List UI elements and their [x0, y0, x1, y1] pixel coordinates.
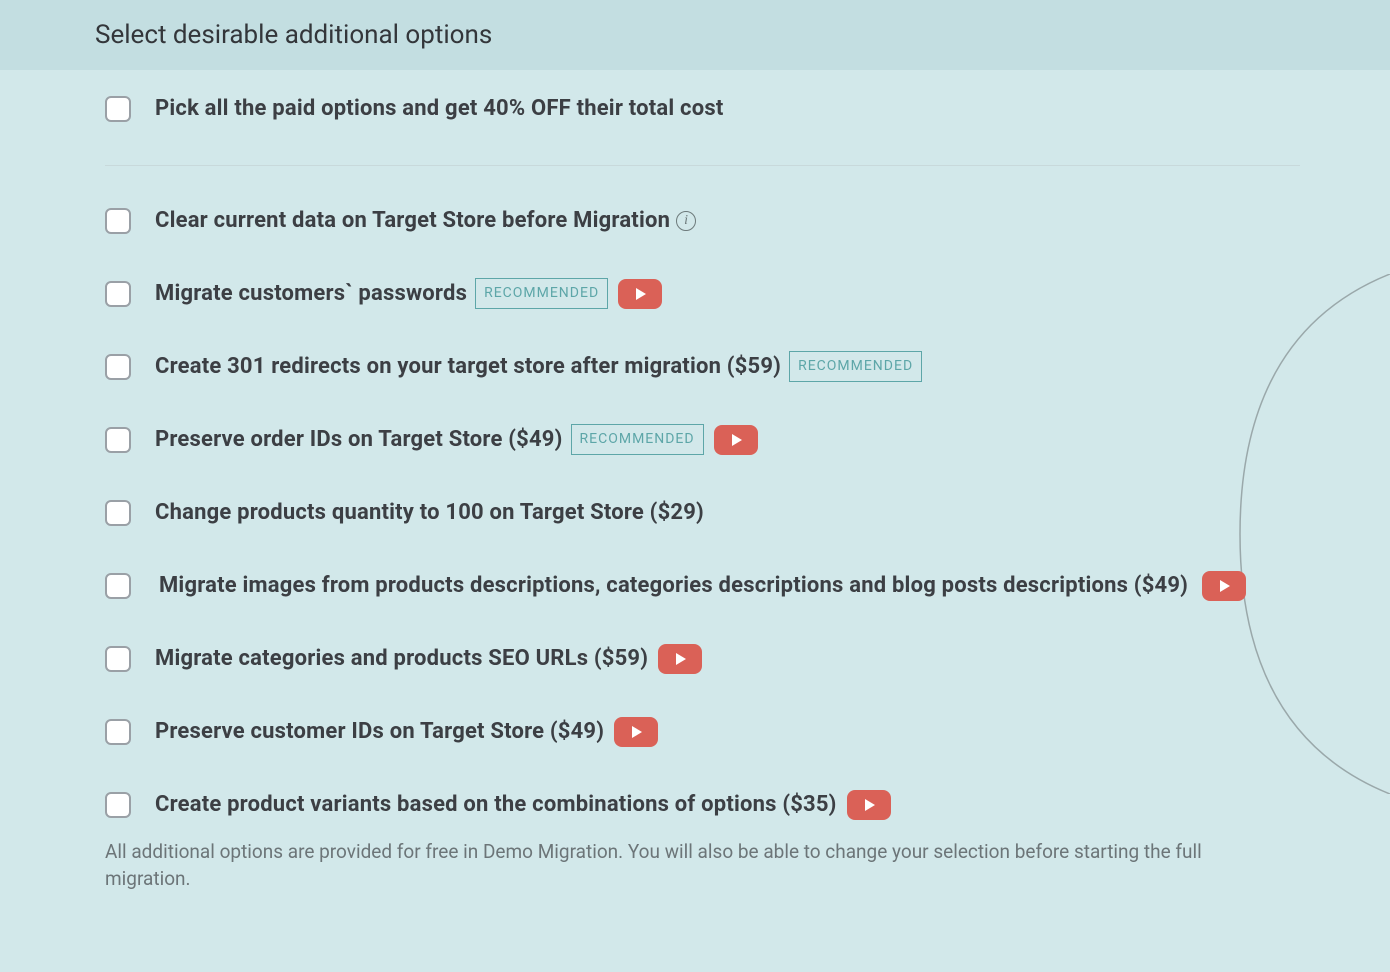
checkbox-preserve-order-ids[interactable] — [105, 427, 131, 453]
checkbox-preserve-customer-ids[interactable] — [105, 719, 131, 745]
recommended-badge: RECOMMENDED — [475, 278, 608, 309]
recommended-badge: RECOMMENDED — [571, 424, 704, 455]
checkbox-migrate-passwords[interactable] — [105, 281, 131, 307]
play-icon — [863, 799, 875, 811]
option-label: Pick all the paid options and get 40% OF… — [155, 92, 723, 125]
recommended-badge: RECOMMENDED — [789, 351, 922, 382]
additional-options-panel: Select desirable additional options Pick… — [0, 0, 1390, 904]
option-label: Migrate categories and products SEO URLs… — [155, 642, 648, 675]
checkbox-migrate-images[interactable] — [105, 573, 131, 599]
option-label: Preserve customer IDs on Target Store ($… — [155, 715, 604, 748]
video-play-button[interactable] — [714, 425, 758, 455]
option-301-redirects: Create 301 redirects on your target stor… — [105, 350, 1300, 383]
video-play-button[interactable] — [614, 717, 658, 747]
option-label: Create product variants based on the com… — [155, 788, 837, 821]
panel-title: Select desirable additional options — [0, 0, 1390, 70]
option-label: Preserve order IDs on Target Store ($49) — [155, 423, 563, 456]
divider — [105, 165, 1300, 166]
checkbox-product-variants[interactable] — [105, 792, 131, 818]
option-migrate-images: Migrate images from products description… — [105, 569, 1300, 602]
checkbox-pick-all-paid[interactable] — [105, 96, 131, 122]
option-seo-urls: Migrate categories and products SEO URLs… — [105, 642, 1300, 675]
checkbox-change-quantity[interactable] — [105, 500, 131, 526]
option-preserve-customer-ids: Preserve customer IDs on Target Store ($… — [105, 715, 1300, 748]
info-icon[interactable]: i — [676, 211, 696, 231]
video-play-button[interactable] — [618, 279, 662, 309]
play-icon — [1218, 580, 1230, 592]
video-play-button[interactable] — [847, 790, 891, 820]
option-label: Change products quantity to 100 on Targe… — [155, 496, 704, 529]
option-preserve-order-ids: Preserve order IDs on Target Store ($49)… — [105, 423, 1300, 456]
option-pick-all-paid: Pick all the paid options and get 40% OF… — [105, 92, 1300, 125]
play-icon — [730, 434, 742, 446]
checkbox-301-redirects[interactable] — [105, 354, 131, 380]
checkbox-seo-urls[interactable] — [105, 646, 131, 672]
checkbox-clear-data[interactable] — [105, 208, 131, 234]
panel-body: Pick all the paid options and get 40% OF… — [0, 70, 1390, 904]
option-label: Migrate images from products description… — [159, 573, 1188, 598]
option-label: Clear current data on Target Store befor… — [155, 204, 670, 237]
video-play-button[interactable] — [1202, 571, 1246, 601]
option-label: Create 301 redirects on your target stor… — [155, 350, 781, 383]
play-icon — [674, 653, 686, 665]
option-migrate-passwords: Migrate customers` passwords RECOMMENDED — [105, 277, 1300, 310]
option-clear-data: Clear current data on Target Store befor… — [105, 204, 1300, 237]
option-label: Migrate customers` passwords — [155, 277, 467, 310]
video-play-button[interactable] — [658, 644, 702, 674]
option-change-quantity: Change products quantity to 100 on Targe… — [105, 496, 1300, 529]
footnote: All additional options are provided for … — [105, 839, 1300, 892]
option-product-variants: Create product variants based on the com… — [105, 788, 1300, 821]
play-icon — [630, 726, 642, 738]
play-icon — [634, 288, 646, 300]
